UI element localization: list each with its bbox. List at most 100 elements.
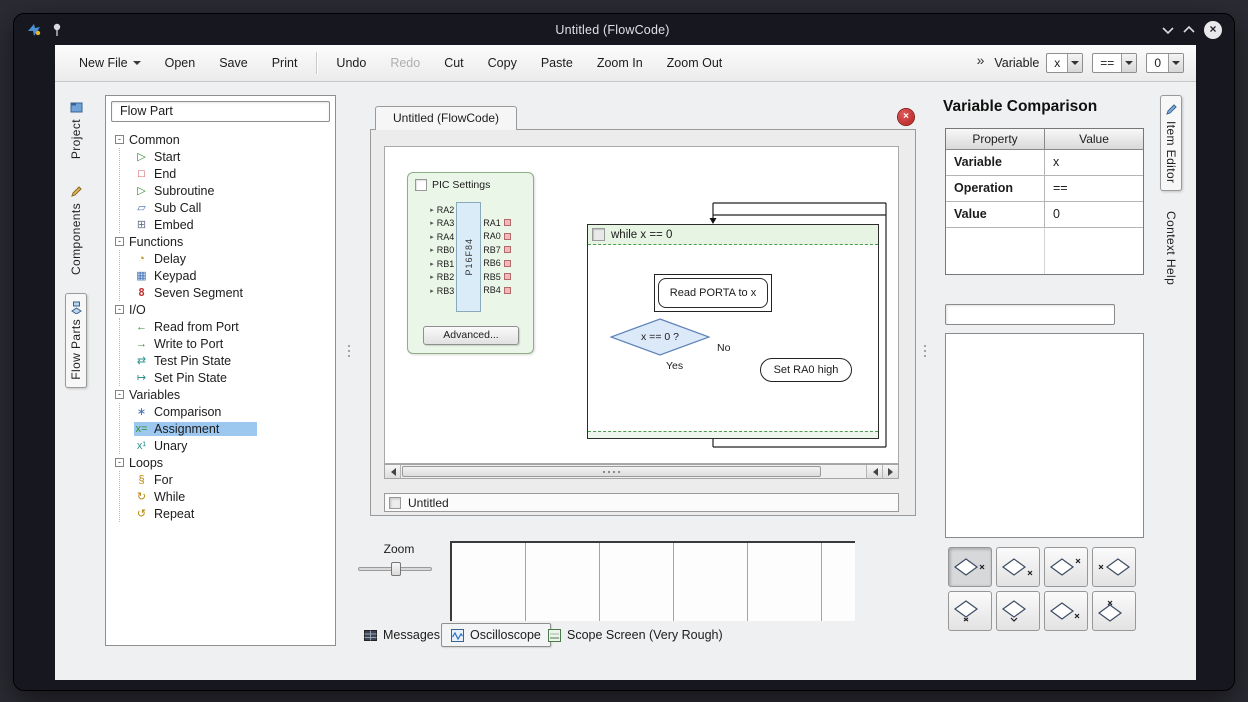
variable-combo-dropdown-icon[interactable] (1067, 54, 1082, 72)
property-value[interactable]: 0 (1045, 202, 1143, 227)
flowchart-canvas[interactable]: PIC Settings ▸RA2 ▸RA3 ▸RA4 ▸RB0 ▸RB1 ▸R… (384, 146, 899, 464)
splitter-handle[interactable] (924, 345, 926, 357)
toolbar-overflow-chevron[interactable]: » (977, 52, 993, 74)
tab-flow-parts[interactable]: Flow Parts (65, 293, 87, 388)
tree-item-end[interactable]: □End (134, 165, 335, 182)
scroll-left-button[interactable] (385, 465, 401, 478)
zoom-slider-thumb[interactable] (391, 562, 401, 576)
close-document-button[interactable]: × (898, 109, 914, 125)
splitter-handle[interactable] (348, 345, 350, 357)
table-row: Value 0 (946, 202, 1143, 228)
property-column-header: Property (946, 129, 1045, 149)
close-window-button[interactable]: × (1204, 21, 1222, 39)
tree-item-for[interactable]: §For (134, 471, 335, 488)
zoom-out-button[interactable]: Zoom Out (655, 50, 735, 76)
comparison-template-button-6[interactable] (996, 591, 1040, 631)
open-button[interactable]: Open (153, 50, 208, 76)
scrollbar-track[interactable] (401, 465, 866, 478)
tree-item-unary[interactable]: x¹Unary (134, 437, 335, 454)
comparison-template-button-1[interactable] (948, 547, 992, 587)
zoom-in-button[interactable]: Zoom In (585, 50, 655, 76)
variable-combo-value: x (1047, 54, 1067, 72)
tree-group-io[interactable]: - I/O (115, 301, 335, 318)
tree-item-comparison[interactable]: ∗Comparison (134, 403, 335, 420)
flow-part-header[interactable]: Flow Part (111, 101, 330, 122)
print-button[interactable]: Print (260, 50, 310, 76)
collapse-icon[interactable]: - (115, 237, 124, 246)
right-tab-strip: Item Editor Context Help (1156, 95, 1186, 294)
tab-oscilloscope[interactable]: Oscilloscope (441, 623, 551, 647)
flow-parts-tree: - Common ▷Start □End ▷Subroutine ▱Sub Ca… (106, 127, 335, 522)
app-window: Untitled (FlowCode) × New File Open Save… (14, 14, 1234, 690)
tree-item-write-to-port[interactable]: →Write to Port (134, 335, 335, 352)
zoom-slider[interactable] (358, 562, 432, 576)
collapse-icon[interactable]: - (115, 390, 124, 399)
value-combo-dropdown-icon[interactable] (1168, 54, 1183, 72)
collapse-icon[interactable]: - (115, 135, 124, 144)
unary-icon: x¹ (134, 440, 149, 452)
comparison-template-button-7[interactable] (1044, 591, 1088, 631)
tree-group-common[interactable]: - Common (115, 131, 335, 148)
variable-combo[interactable]: x (1046, 53, 1083, 73)
tree-item-start[interactable]: ▷Start (134, 148, 335, 165)
property-value[interactable]: == (1045, 176, 1143, 201)
tree-item-sub-call[interactable]: ▱Sub Call (134, 199, 335, 216)
read-porta-shape[interactable]: Read PORTA to x (654, 274, 772, 312)
repeat-icon: ↺ (134, 507, 149, 520)
comparison-template-button-3[interactable] (1044, 547, 1088, 587)
item-editor-listbox[interactable] (945, 333, 1144, 538)
tab-context-help[interactable]: Context Help (1160, 203, 1182, 293)
tree-group-loops[interactable]: - Loops (115, 454, 335, 471)
redo-button[interactable]: Redo (378, 50, 432, 76)
chevron-up-icon[interactable] (1183, 26, 1195, 34)
for-icon: § (134, 474, 149, 486)
tree-item-repeat[interactable]: ↺Repeat (134, 505, 335, 522)
comparison-template-button-8[interactable] (1092, 591, 1136, 631)
tree-item-keypad[interactable]: ▦Keypad (134, 267, 335, 284)
horizontal-scrollbar[interactable] (384, 464, 899, 479)
scroll-left-button-2[interactable] (866, 465, 882, 478)
comparison-template-button-4[interactable] (1092, 547, 1136, 587)
item-editor-input[interactable] (945, 304, 1115, 325)
save-button[interactable]: Save (207, 50, 260, 76)
tab-item-editor[interactable]: Item Editor (1160, 95, 1182, 191)
tree-item-while[interactable]: ↻While (134, 488, 335, 505)
operator-combo[interactable]: == (1092, 53, 1137, 73)
value-combo[interactable]: 0 (1146, 53, 1184, 73)
chevron-down-icon[interactable] (1162, 26, 1174, 34)
macro-bar[interactable]: Untitled (384, 493, 899, 512)
tree-item-delay[interactable]: ◔Delay (134, 250, 335, 267)
tree-item-read-from-port[interactable]: ←Read from Port (134, 318, 335, 335)
collapse-icon[interactable]: - (115, 305, 124, 314)
tree-group-functions[interactable]: - Functions (115, 233, 335, 250)
tree-item-embed[interactable]: ⊞Embed (134, 216, 335, 233)
pin-icon[interactable] (51, 23, 63, 37)
collapse-icon[interactable]: - (115, 458, 124, 467)
app-logo-icon (26, 22, 42, 38)
scroll-right-button[interactable] (882, 465, 898, 478)
comparison-template-button-5[interactable] (948, 591, 992, 631)
tree-item-seven-segment[interactable]: 8Seven Segment (134, 284, 335, 301)
tree-group-variables[interactable]: - Variables (115, 386, 335, 403)
comparison-template-button-2[interactable] (996, 547, 1040, 587)
tab-messages[interactable]: Messages (355, 623, 449, 647)
copy-button[interactable]: Copy (476, 50, 529, 76)
paste-button[interactable]: Paste (529, 50, 585, 76)
delay-icon: ◔ (134, 253, 149, 265)
tree-item-test-pin-state[interactable]: ⇄Test Pin State (134, 352, 335, 369)
scrollbar-thumb[interactable] (402, 466, 821, 477)
tree-item-subroutine[interactable]: ▷Subroutine (134, 182, 335, 199)
tab-components[interactable]: Components (65, 177, 87, 283)
new-file-button[interactable]: New File (67, 50, 153, 76)
operator-combo-dropdown-icon[interactable] (1121, 54, 1136, 72)
tree-item-assignment-selected[interactable]: x=Assignment (134, 420, 335, 437)
undo-button[interactable]: Undo (324, 50, 378, 76)
cut-button[interactable]: Cut (432, 50, 475, 76)
tab-project[interactable]: Project (65, 93, 87, 167)
tree-item-set-pin-state[interactable]: ↦Set Pin State (134, 369, 335, 386)
document-tab[interactable]: Untitled (FlowCode) (375, 106, 517, 130)
new-file-dropdown-icon (133, 61, 141, 69)
set-ra0-shape[interactable]: Set RA0 high (760, 358, 852, 382)
property-value[interactable]: x (1045, 150, 1143, 175)
tab-scope-screen[interactable]: Scope Screen (Very Rough) (539, 623, 732, 647)
